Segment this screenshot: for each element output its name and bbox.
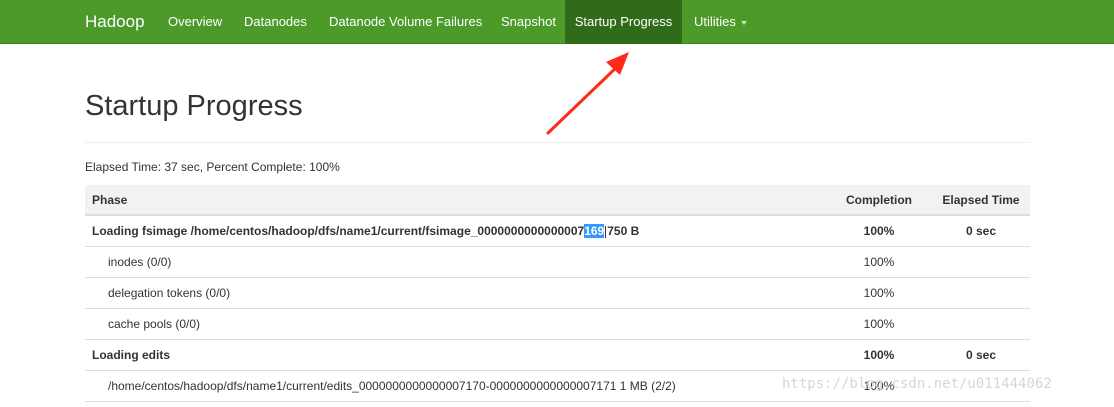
- completion-cell: 100%: [826, 246, 932, 278]
- nav-datanodes[interactable]: Datanodes: [234, 0, 317, 44]
- phase-text-tail: 750 B: [607, 223, 640, 238]
- table-row: cache pools (0/0) 100%: [85, 308, 1030, 340]
- nav-snapshot[interactable]: Snapshot: [491, 0, 566, 44]
- title-divider: [85, 142, 1030, 143]
- nav-overview[interactable]: Overview: [158, 0, 232, 44]
- completion-cell: 100%: [826, 215, 932, 247]
- completion-cell: 100%: [826, 339, 932, 371]
- phase-cell: Loading edits: [85, 339, 826, 371]
- header-completion: Completion: [826, 185, 932, 216]
- table-row: Loading edits 100% 0 sec: [85, 339, 1030, 371]
- elapsed-cell: [932, 277, 1030, 309]
- phase-cell: inodes (0/0): [85, 246, 826, 278]
- selected-text: 169: [584, 223, 605, 238]
- table-row: Loading fsimage /home/centos/hadoop/dfs/…: [85, 215, 1030, 247]
- phase-text: Loading fsimage /home/centos/hadoop/dfs/…: [92, 223, 585, 238]
- nav-startup-progress[interactable]: Startup Progress: [565, 0, 682, 44]
- phase-cell: /home/centos/hadoop/dfs/name1/current/ed…: [85, 370, 826, 402]
- page-title: Startup Progress: [85, 90, 303, 122]
- nav-utilities-dropdown[interactable]: Utilities: [684, 0, 757, 44]
- table-row: inodes (0/0) 100%: [85, 246, 1030, 278]
- phase-cell: cache pools (0/0): [85, 308, 826, 340]
- phase-cell[interactable]: Loading fsimage /home/centos/hadoop/dfs/…: [85, 215, 826, 247]
- elapsed-cell: [932, 308, 1030, 340]
- nav-utilities-label: Utilities: [694, 14, 736, 29]
- elapsed-cell: 0 sec: [932, 339, 1030, 371]
- elapsed-cell: [932, 246, 1030, 278]
- header-elapsed-time: Elapsed Time: [932, 185, 1030, 216]
- nav-datanode-volume-failures[interactable]: Datanode Volume Failures: [319, 0, 492, 44]
- watermark: https://blog.csdn.net/u011444062: [782, 376, 1052, 392]
- elapsed-cell: 0 sec: [932, 215, 1030, 247]
- top-navbar: Hadoop Overview Datanodes Datanode Volum…: [0, 0, 1114, 44]
- brand-logo[interactable]: Hadoop: [85, 0, 145, 44]
- caret-down-icon: [740, 20, 747, 25]
- table-row: delegation tokens (0/0) 100%: [85, 277, 1030, 309]
- header-phase: Phase: [85, 185, 826, 216]
- table-header-row: Phase Completion Elapsed Time: [85, 185, 1030, 216]
- phase-cell: delegation tokens (0/0): [85, 277, 826, 309]
- progress-summary: Elapsed Time: 37 sec, Percent Complete: …: [85, 160, 340, 174]
- startup-progress-table: Phase Completion Elapsed Time Loading fs…: [85, 185, 1030, 402]
- completion-cell: 100%: [826, 277, 932, 309]
- completion-cell: 100%: [826, 308, 932, 340]
